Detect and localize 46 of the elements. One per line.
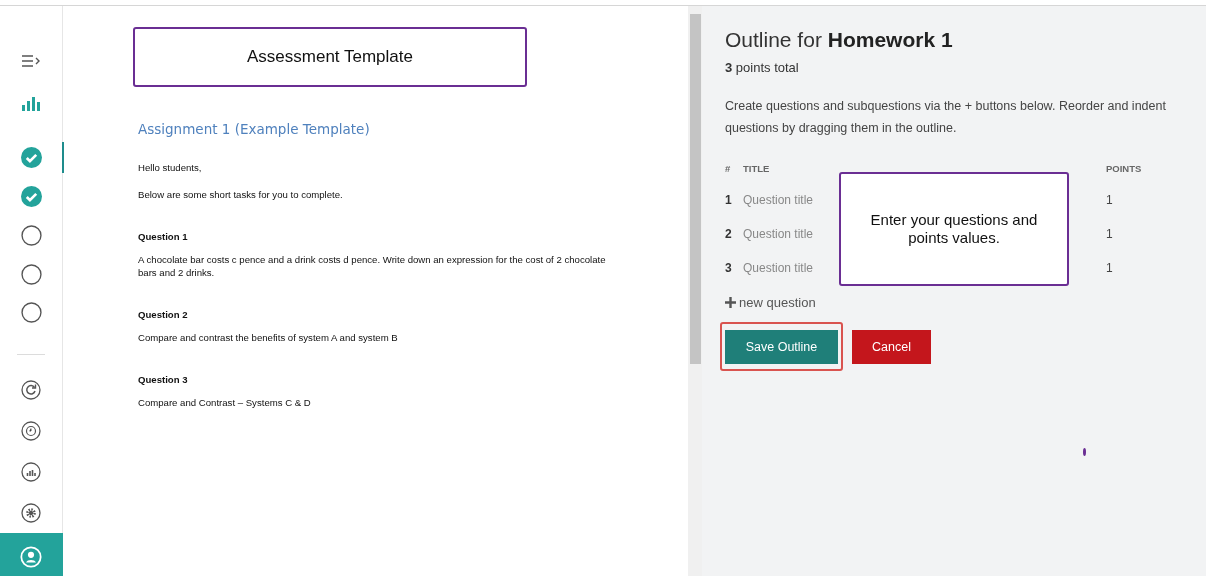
callout-box: Enter your questions and points values. (839, 172, 1069, 286)
empty-circle-icon (20, 302, 42, 324)
paragraph: Hello students, (138, 161, 203, 174)
bar-chart-icon[interactable] (21, 461, 41, 482)
empty-circle-icon (20, 263, 42, 285)
empty-circle-icon (20, 224, 42, 246)
question-heading: Question 1 (138, 231, 189, 242)
points-value: 1 (1106, 260, 1114, 277)
plus-icon (725, 297, 736, 308)
question-text: Compare and Contrast – Systems C & D (138, 396, 312, 409)
column-header: # (725, 161, 732, 176)
question-number: 3 (725, 260, 733, 277)
clock-icon[interactable] (21, 420, 41, 441)
outline-title: Outline for Homework 1 (725, 28, 954, 52)
assignment-heading: Assignment 1 (Example Template) (138, 121, 371, 137)
points-total: 3 points total (725, 60, 800, 75)
profile-button[interactable] (0, 533, 63, 576)
column-header: POINTS (1106, 161, 1143, 176)
new-question-link[interactable]: new question (725, 295, 1186, 310)
scrollbar[interactable] (688, 6, 702, 576)
user-icon (20, 546, 42, 569)
instructions: Create questions and subquestions via the + buttons below. Reorder and indent questions by dragging them in the outline. (725, 98, 1167, 137)
checked-circle-icon (20, 146, 42, 168)
selection-bar (61, 141, 64, 173)
menu-icon[interactable] (22, 55, 40, 68)
question-number: 1 (725, 192, 733, 209)
question-heading: Question 2 (138, 309, 189, 320)
dot-mark (1083, 448, 1086, 456)
callout-box: Assessment Template (133, 27, 527, 87)
settings-icon[interactable] (21, 502, 41, 523)
points-value: 1 (1106, 226, 1114, 243)
bar-chart-icon[interactable] (22, 95, 40, 111)
question-text: A chocolate bar costs c pence and a drink costs d pence. Write down an expression for the cost of 2 chocolate bars and 2 drinks. (138, 253, 607, 279)
question-text: Compare and contrast the benefits of system A and system B (138, 331, 399, 344)
checked-circle-icon (20, 185, 42, 207)
column-header: TITLE (743, 161, 771, 176)
save-outline-button[interactable]: Save Outline (725, 330, 838, 364)
paragraph: Below are some short tasks for you to complete. (138, 188, 344, 201)
question-title-field[interactable]: Question title (743, 217, 827, 251)
refresh-icon[interactable] (21, 379, 41, 400)
question-title-field[interactable]: Question title (743, 251, 827, 285)
points-value: 1 (1106, 192, 1114, 209)
question-number: 2 (725, 226, 733, 243)
question-heading: Question 3 (138, 374, 189, 385)
question-title-field[interactable]: Question title (743, 183, 827, 217)
cancel-button[interactable]: Cancel (852, 329, 931, 364)
